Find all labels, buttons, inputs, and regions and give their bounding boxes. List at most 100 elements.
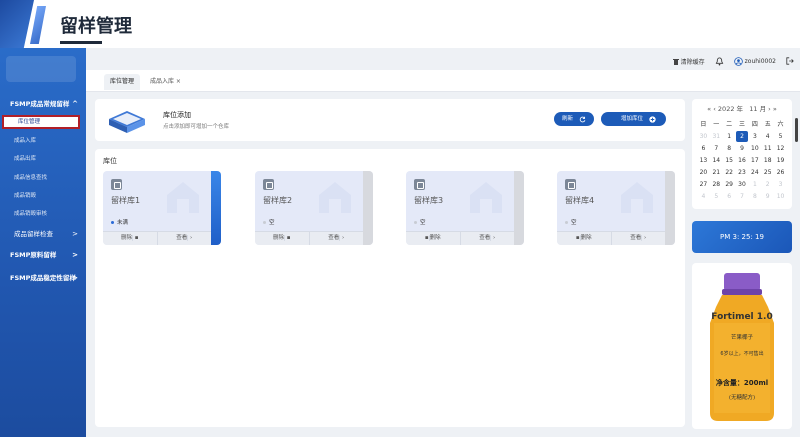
calendar-day[interactable]: 13 — [697, 155, 710, 166]
sidebar-item-product-destroy[interactable]: 成品销毁 — [0, 189, 86, 203]
calendar-day[interactable]: 21 — [710, 167, 723, 178]
calendar-day[interactable]: 16 — [736, 155, 749, 166]
calendar-day[interactable]: 7 — [710, 143, 723, 154]
sidebar-group-fsmp-stability[interactable]: FSMP成品稳定性留样 > — [0, 270, 86, 286]
trash-icon: ▪ — [286, 235, 291, 241]
user-menu[interactable]: zouhi0002 — [733, 56, 776, 66]
next-month-button[interactable]: › — [768, 105, 771, 113]
clear-cache-button[interactable]: 清除缓存 — [672, 57, 705, 66]
product-image-panel: Fortimel 1.0 芒果椰子 6岁以上，不可售出 净含量：200ml (无… — [692, 263, 792, 429]
sidebar-item-product-outbound[interactable]: 成品出库 — [0, 152, 86, 166]
plus-circle-icon — [649, 115, 656, 123]
locations-panel: 库位 留样库1 未满 删除 ▪ 查看 › 留样库2 空 删除 ▪ 查看 › 留样… — [95, 149, 685, 427]
storage-icon — [565, 179, 576, 190]
calendar-day[interactable]: 5 — [774, 131, 787, 142]
calendar-day[interactable]: 6 — [697, 143, 710, 154]
calendar-day[interactable]: 5 — [710, 191, 723, 202]
calendar-day[interactable]: 3 — [748, 131, 761, 142]
delete-button[interactable]: ▪删除 — [406, 232, 461, 245]
logout-button[interactable] — [786, 57, 794, 65]
calendar-grid: 日 一 二 三 四 五 六 30 31 1 2 3 4 5 6 7 8 9 10 11 12 13 14 15 1… — [697, 119, 787, 202]
sidebar-item-product-inbound[interactable]: 成品入库 — [0, 134, 86, 148]
sidebar-group-fsmp-material[interactable]: FSMP原料留样 > — [0, 247, 86, 263]
prev-month-button[interactable]: ‹ — [713, 105, 716, 113]
calendar-day[interactable]: 28 — [710, 179, 723, 190]
calendar-day[interactable]: 17 — [748, 155, 761, 166]
calendar-day[interactable]: 11 — [761, 143, 774, 154]
view-label: 查看 — [328, 235, 341, 241]
location-card[interactable]: 留样库3 空 ▪删除 查看 › — [406, 171, 524, 245]
card-actions: ▪删除 查看 › — [557, 231, 665, 245]
location-card[interactable]: 留样库2 空 删除 ▪ 查看 › — [255, 171, 373, 245]
calendar-day[interactable]: 15 — [723, 155, 736, 166]
logo-accent — [30, 6, 46, 44]
calendar-day[interactable]: 9 — [736, 143, 749, 154]
calendar-day[interactable]: 25 — [761, 167, 774, 178]
calendar-day[interactable]: 8 — [748, 191, 761, 202]
sidebar-group-label: FSMP成品稳定性留样 — [10, 274, 76, 282]
calendar-day[interactable]: 19 — [774, 155, 787, 166]
view-button[interactable]: 查看 › — [310, 232, 364, 245]
scrollbar[interactable] — [795, 118, 798, 142]
status-dot — [414, 220, 417, 224]
calendar-day[interactable]: 30 — [697, 131, 710, 142]
location-card[interactable]: 留样库1 未满 删除 ▪ 查看 › — [103, 171, 221, 245]
calendar-day[interactable]: 18 — [761, 155, 774, 166]
calendar-day[interactable]: 1 — [748, 179, 761, 190]
sidebar-item-location-management[interactable]: 库位管理 — [2, 115, 80, 129]
sidebar-group-fsmp-product-routine[interactable]: FSMP成品常规留样 ^ — [0, 96, 86, 112]
calendar-day[interactable]: 20 — [697, 167, 710, 178]
view-button[interactable]: 查看 › — [461, 232, 515, 245]
calendar-day[interactable]: 8 — [723, 143, 736, 154]
tab-product-inbound[interactable]: 成品入库 × — [144, 74, 187, 90]
calendar-day[interactable]: 7 — [736, 191, 749, 202]
calendar-day[interactable]: 1 — [723, 131, 736, 142]
calendar-day[interactable]: 12 — [774, 143, 787, 154]
weekday-label: 一 — [713, 121, 720, 128]
calendar-day[interactable]: 2 — [761, 179, 774, 190]
calendar-day[interactable]: 10 — [774, 191, 787, 202]
notification-button[interactable] — [715, 56, 724, 66]
location-name: 留样库1 — [111, 196, 141, 205]
calendar-day[interactable]: 29 — [723, 179, 736, 190]
calendar-day[interactable]: 2 — [735, 131, 749, 142]
prev-year-button[interactable]: « — [707, 105, 711, 113]
calendar-day[interactable]: 22 — [723, 167, 736, 178]
calendar-day[interactable]: 31 — [710, 131, 723, 142]
chevron-right-icon: > — [72, 230, 78, 238]
calendar-day[interactable]: 23 — [736, 167, 749, 178]
calendar-day[interactable]: 26 — [774, 167, 787, 178]
calendar-day[interactable]: 10 — [748, 143, 761, 154]
delete-button[interactable]: 删除 ▪ — [103, 232, 158, 245]
location-card[interactable]: 留样库4 空 ▪删除 查看 › — [557, 171, 675, 245]
calendar-day[interactable]: 9 — [761, 191, 774, 202]
view-button[interactable]: 查看 › — [612, 232, 666, 245]
calendar-day[interactable]: 30 — [736, 179, 749, 190]
calendar-day[interactable]: 27 — [697, 179, 710, 190]
sidebar-user-block — [6, 56, 76, 82]
calendar-day[interactable]: 4 — [761, 131, 774, 142]
calendar-day[interactable]: 6 — [723, 191, 736, 202]
view-button[interactable]: 查看 › — [158, 232, 212, 245]
sidebar-group-label: FSMP成品常规留样 — [10, 100, 70, 108]
sidebar-item-product-destroy-review[interactable]: 成品销毁审核 — [0, 207, 86, 221]
refresh-button[interactable]: 刷新 — [554, 112, 595, 126]
sidebar-item-product-search[interactable]: 成品信息查找 — [0, 171, 86, 185]
delete-button[interactable]: ▪删除 — [557, 232, 612, 245]
refresh-icon — [579, 116, 586, 122]
delete-label: 删除 — [273, 235, 286, 241]
next-year-button[interactable]: » — [773, 105, 777, 113]
add-location-button[interactable]: 增加库位 — [601, 112, 667, 126]
calendar-day[interactable]: 3 — [774, 179, 787, 190]
location-status: 未满 — [111, 218, 128, 226]
calendar-day[interactable]: 24 — [748, 167, 761, 178]
location-name: 留样库2 — [263, 196, 293, 205]
delete-button[interactable]: 删除 ▪ — [255, 232, 310, 245]
calendar-day[interactable]: 14 — [710, 155, 723, 166]
calendar-month: 11 月 — [749, 105, 767, 113]
chevron-right-icon: > — [72, 251, 78, 259]
sidebar-group-product-check[interactable]: 成品留样检查 > — [0, 226, 86, 242]
refresh-label: 刷新 — [562, 116, 574, 122]
tab-location-management[interactable]: 库位管理 — [104, 74, 141, 90]
calendar-day[interactable]: 4 — [697, 191, 710, 202]
